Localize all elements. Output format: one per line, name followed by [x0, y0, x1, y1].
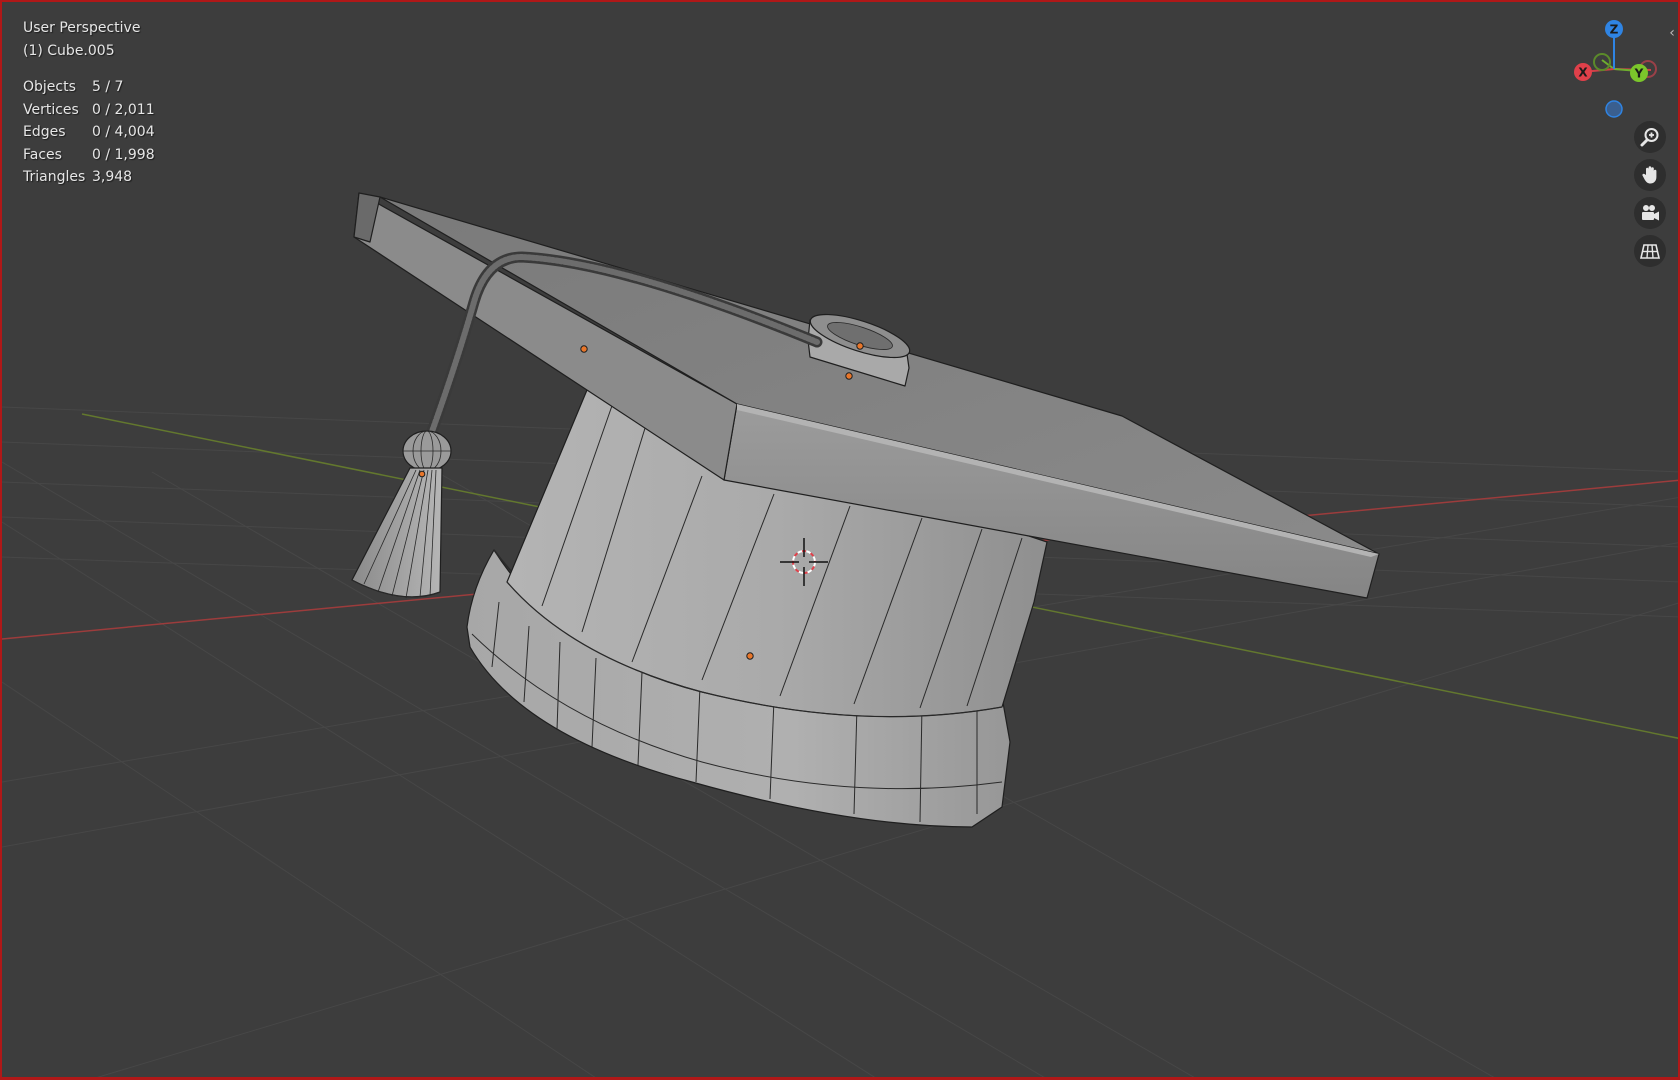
- gizmo-neg-y-handle[interactable]: [1593, 53, 1611, 71]
- stats-triangles: Triangles 3,948: [23, 169, 133, 185]
- origin-dot: [856, 342, 864, 350]
- stats-edges: Edges 0 / 4,004: [23, 124, 155, 140]
- origin-dot: [845, 372, 853, 380]
- magnifier-plus-icon: [1640, 128, 1659, 147]
- view-name: User Perspective: [23, 20, 141, 36]
- stats-vertices: Vertices 0 / 2,011: [23, 101, 155, 118]
- origin-dot: [746, 652, 754, 660]
- stats-objects: Objects 5 / 7: [23, 79, 124, 95]
- viewport-info-overlay: User Perspective (1) Cube.005 Objects 5 …: [23, 17, 155, 189]
- navigation-gizmo[interactable]: X Y Z: [1567, 14, 1667, 124]
- sidebar-toggle-arrow[interactable]: ‹: [1666, 24, 1678, 42]
- graduation-cap-mesh[interactable]: [351, 192, 1380, 828]
- stats-faces: Faces 0 / 1,998: [23, 146, 155, 163]
- active-object-name: (1) Cube.005: [23, 42, 115, 59]
- pan-button[interactable]: [1634, 159, 1666, 191]
- ortho-toggle-button[interactable]: [1634, 235, 1666, 267]
- gizmo-neg-z-handle[interactable]: [1605, 100, 1623, 118]
- video-camera-icon: [1642, 205, 1659, 221]
- hand-icon: [1642, 166, 1657, 184]
- origin-dot: [580, 345, 588, 353]
- scene-canvas[interactable]: [2, 2, 1680, 1080]
- grid-icon: [1639, 244, 1661, 259]
- origin-dot: [418, 470, 426, 478]
- gizmo-x-label: X: [1578, 66, 1588, 80]
- camera-view-button[interactable]: [1634, 197, 1666, 229]
- gizmo-z-label: Z: [1610, 23, 1619, 37]
- gizmo-y-label: Y: [1634, 67, 1644, 81]
- 3d-viewport[interactable]: User Perspective (1) Cube.005 Objects 5 …: [0, 0, 1680, 1080]
- zoom-button[interactable]: [1634, 121, 1666, 153]
